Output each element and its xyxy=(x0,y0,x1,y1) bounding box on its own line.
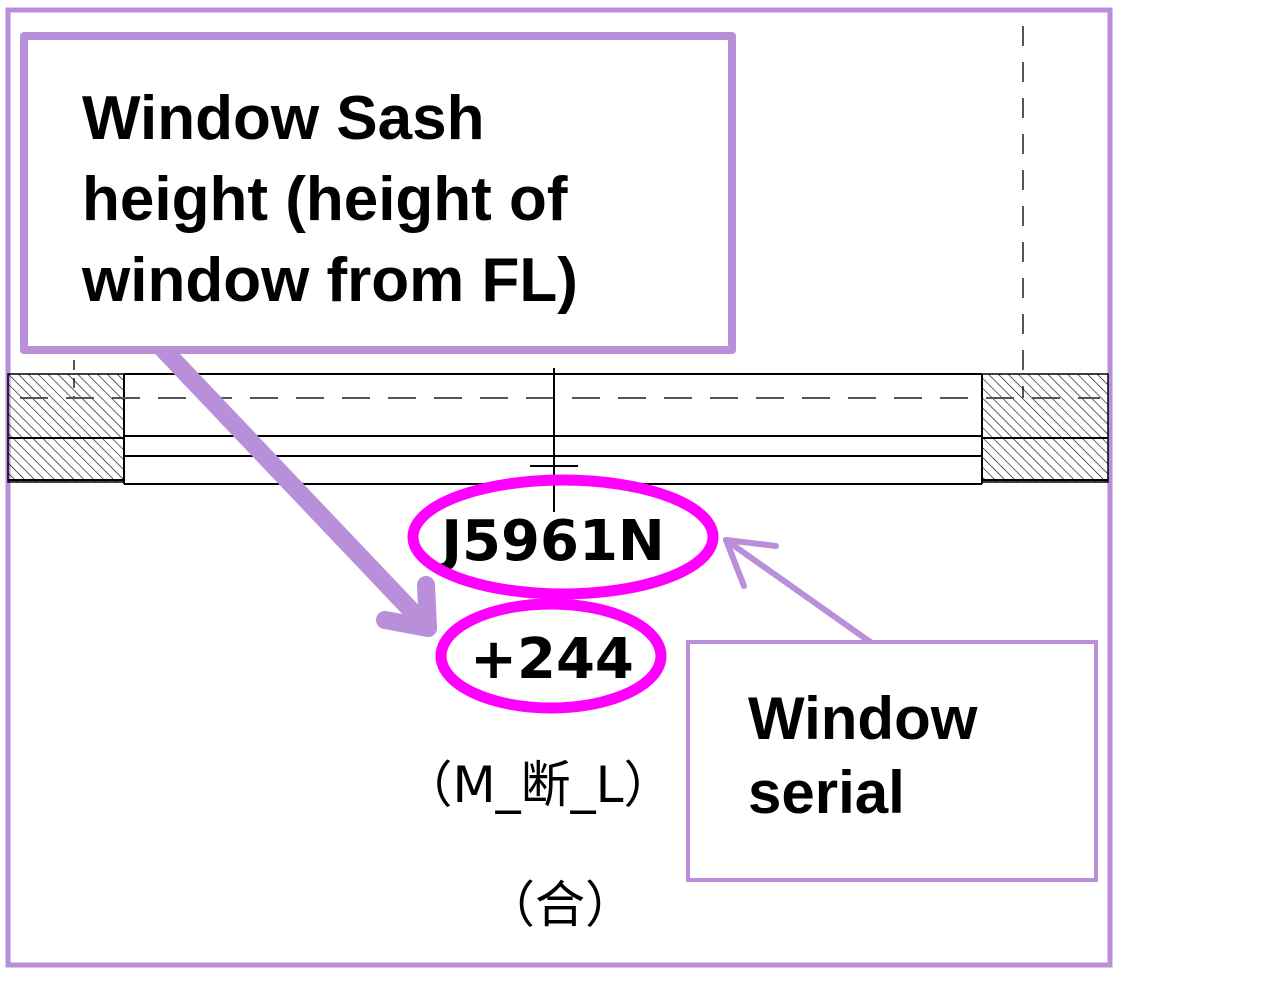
sash-height-arrow xyxy=(151,337,437,637)
note-label: （合） xyxy=(485,876,635,934)
window-serial-arrow xyxy=(723,537,879,649)
wall-hatch-right xyxy=(981,373,1109,483)
sash-height-callout-text: Window Sash height (height of window fro… xyxy=(82,84,578,315)
wall-hatch-left xyxy=(7,373,125,483)
window-frame xyxy=(8,373,1108,485)
window-serial-callout-text: Window serial xyxy=(748,685,978,826)
section-label: （M_断_L） xyxy=(403,756,674,814)
window-serial-callout: Window serial xyxy=(686,640,1098,882)
window-serial-code: J5961N xyxy=(437,509,665,574)
height-offset-value: +244 xyxy=(470,627,634,692)
sash-height-callout: Window Sash height (height of window fro… xyxy=(20,32,736,354)
